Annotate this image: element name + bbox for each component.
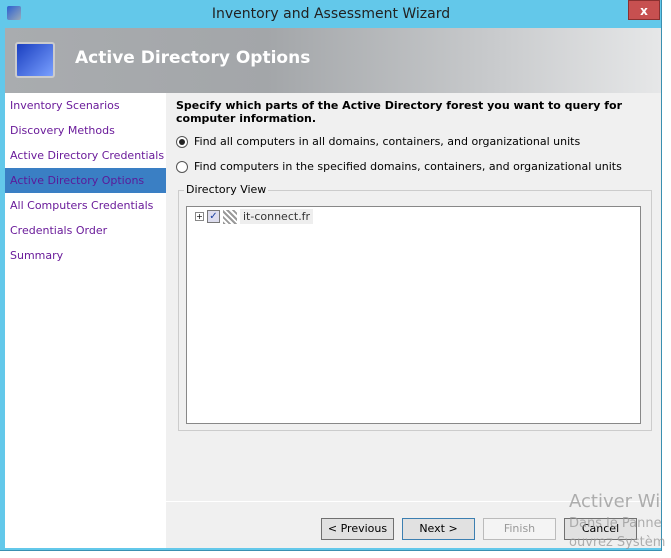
- content-panel: Specify which parts of the Active Direct…: [166, 93, 661, 548]
- sidebar-item-inventory-scenarios[interactable]: Inventory Scenarios: [5, 93, 166, 118]
- tree-node[interactable]: + ✓ it-connect.fr: [195, 209, 314, 224]
- directory-tree[interactable]: + ✓ it-connect.fr: [186, 206, 641, 424]
- radio-specified-computers[interactable]: Find computers in the specified domains,…: [176, 160, 622, 173]
- sidebar-item-discovery-methods[interactable]: Discovery Methods: [5, 118, 166, 143]
- sidebar-item-ad-credentials[interactable]: Active Directory Credentials: [5, 143, 166, 168]
- radio-all-computers[interactable]: Find all computers in all domains, conta…: [176, 135, 580, 148]
- background: [663, 0, 671, 558]
- sidebar-item-credentials-order[interactable]: Credentials Order: [5, 218, 166, 243]
- sidebar-item-summary[interactable]: Summary: [5, 243, 166, 268]
- computer-icon: [15, 42, 55, 78]
- domain-icon: [223, 209, 237, 224]
- radio-label: Find all computers in all domains, conta…: [194, 135, 581, 148]
- activation-watermark-title: Activer Wi: [569, 491, 661, 512]
- sidebar-item-all-computers-credentials[interactable]: All Computers Credentials: [5, 193, 166, 218]
- expand-icon[interactable]: +: [195, 212, 204, 221]
- group-label: Directory View: [184, 183, 269, 196]
- window-title: Inventory and Assessment Wizard: [211, 6, 451, 22]
- sidebar-item-ad-options[interactable]: Active Directory Options: [5, 168, 166, 193]
- previous-button[interactable]: < Previous: [321, 518, 394, 540]
- radio-button[interactable]: [176, 160, 188, 173]
- activation-watermark-line: Dans le Panne: [569, 516, 662, 531]
- node-checkbox[interactable]: ✓: [207, 210, 220, 223]
- header-banner: Active Directory Options: [5, 28, 661, 93]
- next-button[interactable]: Next >: [402, 518, 475, 540]
- close-button[interactable]: x: [628, 0, 660, 20]
- sidebar: Inventory Scenarios Discovery Methods Ac…: [5, 93, 166, 548]
- wizard-window: Inventory and Assessment Wizard x Active…: [0, 0, 662, 551]
- finish-button[interactable]: Finish: [483, 518, 556, 540]
- radio-button-checked[interactable]: [176, 135, 188, 148]
- directory-view-group: Directory View + ✓ it-connect.fr: [178, 183, 652, 431]
- node-label[interactable]: it-connect.fr: [240, 209, 314, 224]
- page-title: Active Directory Options: [75, 48, 311, 68]
- question-text: Specify which parts of the Active Direct…: [176, 99, 623, 125]
- activation-watermark-line: ouvrez Systèm: [569, 535, 666, 550]
- radio-label: Find computers in the specified domains,…: [194, 160, 622, 173]
